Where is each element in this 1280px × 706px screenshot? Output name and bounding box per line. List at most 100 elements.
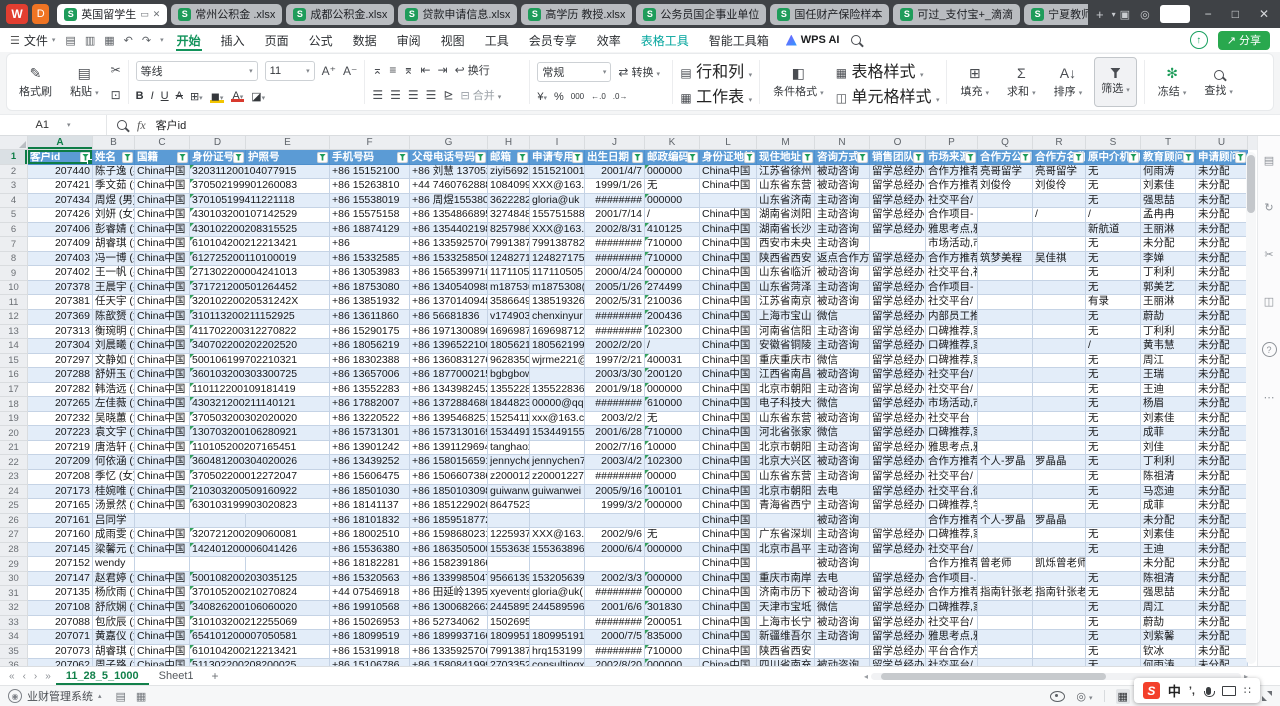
- cell[interactable]: 未分配: [1196, 397, 1248, 412]
- cell[interactable]: 无: [1086, 266, 1141, 281]
- cell[interactable]: China中国: [700, 397, 757, 412]
- cell[interactable]: 207421: [28, 179, 93, 194]
- cell[interactable]: [978, 354, 1033, 369]
- cell[interactable]: 无: [1086, 354, 1141, 369]
- cell[interactable]: 108409964: [488, 179, 530, 194]
- cell[interactable]: 主动咨询: [815, 441, 870, 456]
- cell[interactable]: [870, 237, 926, 252]
- cell[interactable]: China中国: [700, 325, 757, 340]
- cell[interactable]: +86 13901242: [330, 441, 410, 456]
- cell[interactable]: +44 7460762888: [410, 179, 488, 194]
- cell[interactable]: [978, 368, 1033, 383]
- cell[interactable]: 200051: [645, 616, 700, 631]
- decrease-decimal-button[interactable]: .0→: [613, 92, 628, 101]
- cell[interactable]: China中国: [700, 659, 757, 666]
- row-number[interactable]: 33: [0, 616, 28, 631]
- cell[interactable]: [757, 514, 815, 529]
- sort-button[interactable]: A↓ 排序 ▾: [1048, 57, 1089, 107]
- cell[interactable]: 358664913: [488, 295, 530, 310]
- cell[interactable]: 2001/9/18: [585, 383, 645, 398]
- column-header-M[interactable]: M: [757, 136, 815, 150]
- cell[interactable]: 180562199: [488, 339, 530, 354]
- cell[interactable]: 153449155: [530, 426, 585, 441]
- row-number[interactable]: 16: [0, 368, 28, 383]
- cell[interactable]: 135522836: [488, 383, 530, 398]
- cell[interactable]: 合作方推荐: [926, 179, 978, 194]
- cell[interactable]: 未分配: [1196, 630, 1248, 645]
- cell[interactable]: 微信: [815, 397, 870, 412]
- cell[interactable]: [978, 281, 1033, 296]
- cell[interactable]: 无: [1086, 586, 1141, 601]
- cell[interactable]: 207313: [28, 325, 93, 340]
- cell[interactable]: [1033, 572, 1086, 587]
- cell[interactable]: 留学总经办: [870, 339, 926, 354]
- cell[interactable]: [645, 557, 700, 572]
- cell[interactable]: 社交平台/: [926, 543, 978, 558]
- wrap-text-button[interactable]: ↩ 换行: [455, 62, 490, 78]
- share-button[interactable]: ↗ 分享: [1218, 31, 1270, 50]
- name-box[interactable]: A1 ▾: [0, 115, 107, 135]
- convert-button[interactable]: ⇄ 转换 ▾: [618, 64, 660, 80]
- cell[interactable]: [246, 514, 330, 529]
- cell[interactable]: 舒欣娴 (女): [93, 601, 135, 616]
- cell[interactable]: [978, 616, 1033, 631]
- cell[interactable]: 无: [1086, 616, 1141, 631]
- menu-item-会员专享[interactable]: 会员专享: [528, 30, 578, 51]
- cell[interactable]: 未分配: [1196, 528, 1248, 543]
- cell[interactable]: 被动咨询: [815, 659, 870, 666]
- cell[interactable]: +86 15332585: [330, 252, 410, 267]
- file-tab[interactable]: S可过_支付宝+_滴滴: [893, 4, 1020, 25]
- cell[interactable]: 无: [1086, 572, 1141, 587]
- cell[interactable]: 合作项目-: [926, 281, 978, 296]
- cell[interactable]: [978, 397, 1033, 412]
- cell[interactable]: 未分配: [1196, 208, 1248, 223]
- cell[interactable]: 未分配: [1196, 325, 1248, 340]
- cell[interactable]: 1999/3/2: [585, 499, 645, 514]
- cell[interactable]: 亮哥留学: [1033, 165, 1086, 180]
- cell[interactable]: [978, 601, 1033, 616]
- cell[interactable]: 桂婉唯 (女): [93, 485, 135, 500]
- cell[interactable]: China中国: [700, 208, 757, 223]
- column-header-U[interactable]: U: [1196, 136, 1248, 150]
- cell[interactable]: [190, 514, 246, 529]
- cell[interactable]: 340702200202202520: [190, 339, 246, 354]
- cell[interactable]: 口碑推荐,学: [926, 499, 978, 514]
- decrease-indent-icon[interactable]: ⇤: [420, 63, 430, 77]
- cell[interactable]: 2000/6/4: [585, 543, 645, 558]
- cell[interactable]: 2000/4/24: [585, 266, 645, 281]
- cell[interactable]: 411702200312270822: [190, 325, 246, 340]
- number-format-select[interactable]: 常规▾: [537, 62, 611, 82]
- cell[interactable]: 个人-罗晶: [978, 514, 1033, 529]
- cell[interactable]: 未分配: [1196, 281, 1248, 296]
- cell[interactable]: 320721200209060081: [190, 528, 246, 543]
- more-icon[interactable]: ⋯: [1264, 391, 1275, 404]
- cell[interactable]: 2001/4/7: [585, 165, 645, 180]
- cell[interactable]: 无: [1086, 310, 1141, 325]
- cell[interactable]: +86 15152100: [330, 165, 410, 180]
- cell[interactable]: [978, 194, 1033, 209]
- cell[interactable]: 刘紫馨: [1141, 630, 1196, 645]
- cell[interactable]: 北京大兴区: [757, 455, 815, 470]
- cell[interactable]: 社交平台,社: [926, 266, 978, 281]
- redo-icon[interactable]: ↷: [142, 34, 151, 47]
- cell[interactable]: 山东省济南: [757, 194, 815, 209]
- cell[interactable]: 黄嘉仪 (女): [93, 630, 135, 645]
- cell[interactable]: 207369: [28, 310, 93, 325]
- rows-columns-button[interactable]: ▤ 行和列 ▾: [680, 58, 752, 82]
- cell[interactable]: 留学总经办: [870, 586, 926, 601]
- cell[interactable]: 安徽省铜陵: [757, 339, 815, 354]
- row-number[interactable]: 23: [0, 470, 28, 485]
- hscroll-thumb[interactable]: [881, 673, 1106, 680]
- header-cell[interactable]: 市场来源: [926, 150, 978, 165]
- cell[interactable]: [1086, 514, 1141, 529]
- cell[interactable]: [1033, 223, 1086, 238]
- cell[interactable]: 个人-罗晶: [978, 455, 1033, 470]
- cell[interactable]: /: [1033, 208, 1086, 223]
- cell[interactable]: 未分配: [1196, 165, 1248, 180]
- worksheet-button[interactable]: ▦ 工作表 ▾: [680, 83, 752, 107]
- cell[interactable]: 799138782: [530, 237, 585, 252]
- cell[interactable]: [1033, 601, 1086, 616]
- cell[interactable]: 无: [1086, 543, 1141, 558]
- cell[interactable]: +86: [330, 237, 410, 252]
- cell[interactable]: 留学总经办: [870, 630, 926, 645]
